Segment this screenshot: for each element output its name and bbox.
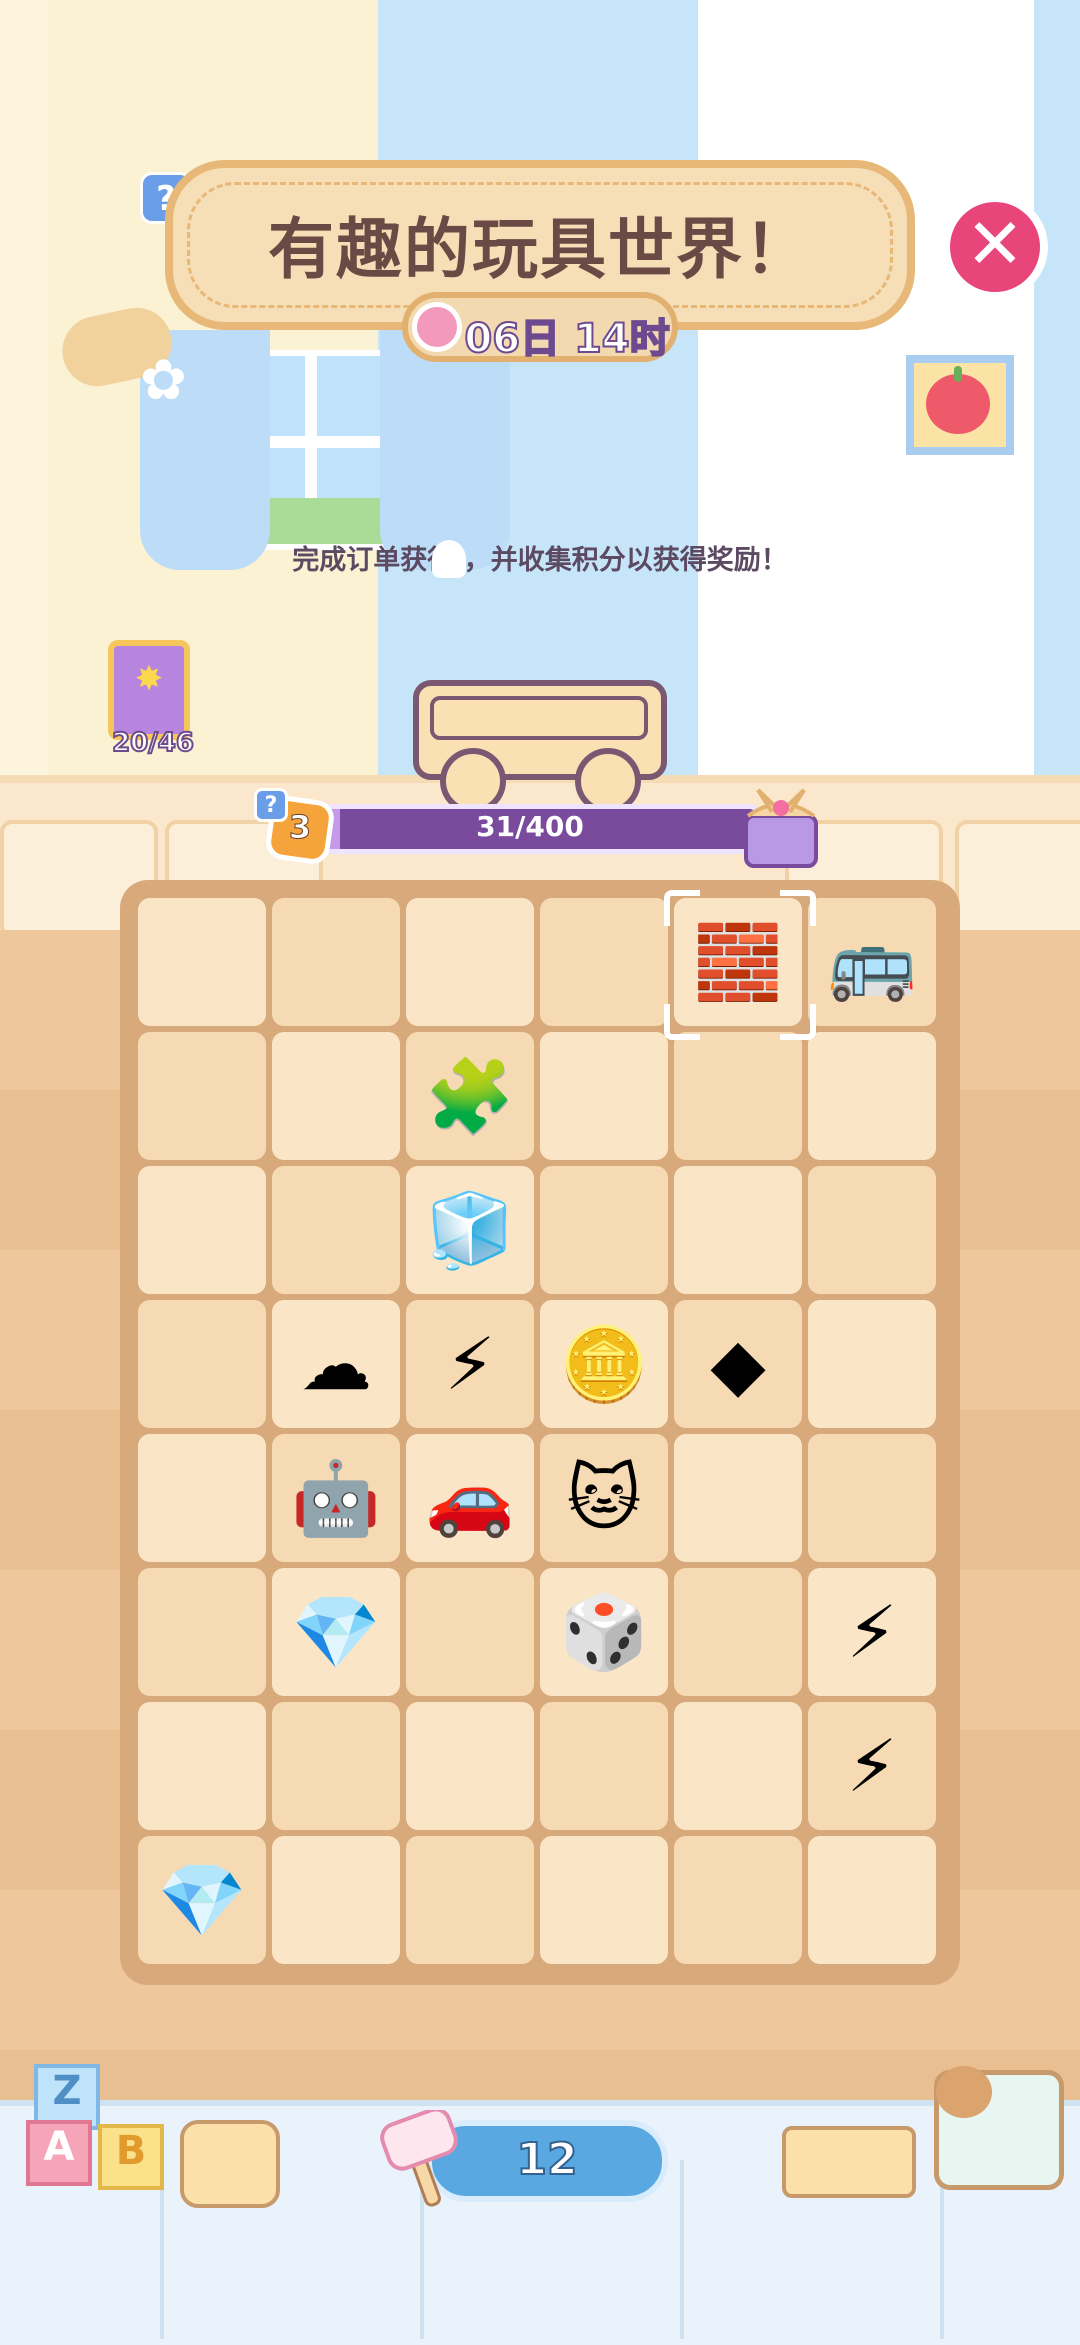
toy-in-pink-cloud-icon[interactable]: ☁ [300, 1322, 372, 1406]
clock-icon [412, 302, 462, 352]
board-cell[interactable] [272, 1702, 400, 1830]
board-cell[interactable] [540, 1702, 668, 1830]
board-cell[interactable] [138, 1300, 266, 1428]
board-cell[interactable]: 🐱 [540, 1434, 668, 1562]
reward-gift-icon[interactable] [738, 782, 824, 870]
board-cell[interactable]: 🪙 [540, 1300, 668, 1428]
board-cell[interactable] [406, 1568, 534, 1696]
toy-cubes-icon[interactable]: 🧊 [425, 1188, 515, 1273]
board-cell[interactable] [138, 1434, 266, 1562]
board-cell[interactable] [272, 898, 400, 1026]
progress-help-button[interactable]: ? [254, 788, 288, 822]
board-cell[interactable] [674, 1836, 802, 1964]
pink-gem-icon[interactable]: 💎 [157, 1858, 247, 1943]
hammer-icon [380, 2110, 458, 2207]
pink-gem-pile-icon[interactable]: 💎 [291, 1590, 381, 1675]
board-cell[interactable] [540, 1032, 668, 1160]
board-cell[interactable] [540, 1166, 668, 1294]
wall-panel [955, 820, 1080, 938]
timer-text: 06日 14时 [463, 315, 670, 363]
board-cell[interactable] [138, 1166, 266, 1294]
tile-line [680, 2160, 684, 2339]
stacked-blocks-icon[interactable]: 🧩 [425, 1054, 515, 1139]
board-cell[interactable] [674, 1032, 802, 1160]
flower-icon: ✿ [140, 348, 187, 413]
board-cell[interactable] [540, 1836, 668, 1964]
apple-leaf [954, 366, 962, 382]
toy-bus-icon[interactable]: 🚌 [827, 920, 917, 1005]
board-cell[interactable] [138, 898, 266, 1026]
board-cell[interactable]: ☁ [272, 1300, 400, 1428]
lightning-bundle-large-icon[interactable]: ⚡ [847, 1590, 898, 1674]
board-cell[interactable] [808, 1300, 936, 1428]
star-icon: ✸ [134, 659, 164, 699]
board-cell[interactable] [406, 898, 534, 1026]
close-button[interactable]: ✕ [942, 194, 1048, 300]
board-cell[interactable]: ⚡ [808, 1568, 936, 1696]
selection-frame [664, 890, 816, 1040]
toy-truck [782, 2126, 916, 2198]
board-cell[interactable]: 💎 [272, 1568, 400, 1696]
board-cell[interactable]: 🚗 [406, 1434, 534, 1562]
board-cell[interactable] [674, 1702, 802, 1830]
merge-board: 🧱 🚌 🧩 🧊 ☁ ⚡ 🪙 ◆ 🤖 🚗 🐱 💎 🎲 ⚡ ⚡ 💎 [120, 880, 960, 1985]
board-cell[interactable] [138, 1568, 266, 1696]
apple-icon [926, 374, 990, 434]
kitty-coin-icon[interactable]: 🐱 [566, 1456, 641, 1540]
board-cell[interactable] [540, 898, 668, 1026]
curtain-right [380, 330, 510, 570]
board-cell[interactable] [272, 1836, 400, 1964]
energy-coin-icon[interactable]: ⚡ [445, 1322, 496, 1406]
album-count: 20/46 [111, 727, 195, 759]
lightning-bundle-icon[interactable]: ⚡ [847, 1724, 898, 1808]
board-cell[interactable] [138, 1032, 266, 1160]
board-cell[interactable]: ⚡ [406, 1300, 534, 1428]
score-progress-text: 31/400 [476, 810, 584, 843]
board-cell[interactable] [808, 1032, 936, 1160]
board-cell[interactable]: 🎲 [540, 1568, 668, 1696]
toy-robot-icon[interactable]: 🤖 [291, 1456, 381, 1541]
board-cell[interactable] [272, 1032, 400, 1160]
board-cell[interactable]: 🧩 [406, 1032, 534, 1160]
board-cell[interactable] [406, 1836, 534, 1964]
event-title: 有趣的玩具世界！ [268, 211, 812, 288]
board-cell[interactable]: ⚡ [808, 1702, 936, 1830]
board-cell[interactable] [406, 1702, 534, 1830]
board-cell[interactable] [674, 1166, 802, 1294]
small-pink-gem-icon[interactable]: ◆ [710, 1322, 765, 1406]
board-cell[interactable]: 🤖 [272, 1434, 400, 1562]
toy-block-a: A [26, 2120, 92, 2186]
board-cell[interactable]: ◆ [674, 1300, 802, 1428]
toy-car-icon[interactable]: 🚗 [425, 1456, 515, 1541]
board-cell[interactable]: 🚌 [808, 898, 936, 1026]
board-cell[interactable]: 💎 [138, 1836, 266, 1964]
wallpaper-stripe [0, 0, 48, 790]
hammer-icon [432, 540, 466, 578]
board-cell[interactable] [808, 1166, 936, 1294]
board-cell[interactable]: 🧊 [406, 1166, 534, 1294]
toy-train [180, 2120, 280, 2208]
board-cell[interactable] [674, 1434, 802, 1562]
teddy-bear-icon [936, 2066, 992, 2118]
board-cell[interactable] [674, 1568, 802, 1696]
purple-coin-stack-icon[interactable]: 🪙 [559, 1322, 649, 1407]
wallpaper-stripe [1034, 0, 1080, 790]
hint-text: 完成订单获得 ，并收集积分以获得奖励！ [292, 545, 788, 576]
board-cell[interactable] [808, 1434, 936, 1562]
board-cell[interactable] [138, 1702, 266, 1830]
shape-sorter-box-icon[interactable]: 🎲 [559, 1590, 649, 1675]
board-cell[interactable] [808, 1836, 936, 1964]
board-cell[interactable] [272, 1166, 400, 1294]
wagon-panel [430, 696, 648, 740]
toy-block-b: B [98, 2124, 164, 2190]
